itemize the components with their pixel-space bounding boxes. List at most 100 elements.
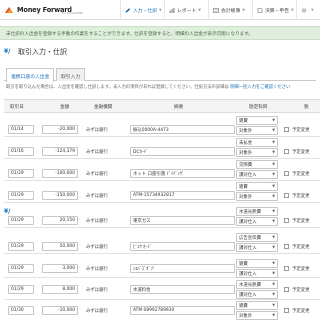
amount-field[interactable]: 3,000: [42, 264, 78, 273]
tax-select[interactable]: 課対仕入 ▼: [236, 217, 278, 226]
amount-field[interactable]: -20,000: [42, 125, 78, 134]
account-select[interactable]: 未払金 ▼: [236, 138, 278, 147]
instructions-text: 取引を取り込んだ場合は、入出金を確認し仕訳します。未入力の項目があれば登録してく…: [6, 84, 320, 90]
app-header: Money Forward for MAGAZINE 入力・仕訳 ▼ レポート …: [0, 0, 320, 20]
table-row: 01/16 -124,379 みずほ銀行 DCｶｰﾄﾞ 未払金 ▼ 対象外 ▼ 予定…: [4, 137, 320, 159]
instructions-prefix: 取引を取り込んだ場合は、入出金を確認し仕訳します。未入力の項目があれば登録してく…: [6, 85, 231, 90]
memo-field[interactable]: 東京ガス: [130, 216, 235, 225]
tax-select[interactable]: 課対仕入 ▼: [236, 290, 278, 299]
tax-select[interactable]: 課対仕入 ▼: [236, 243, 278, 252]
schedule-checkbox[interactable]: [284, 193, 289, 198]
tax-value: 課対仕入: [239, 220, 257, 225]
schedule-label: 予定変更: [292, 245, 310, 250]
bank-name: みずほ銀行: [86, 267, 108, 272]
tab-linked-account[interactable]: 連携口座の入出金: [6, 68, 55, 82]
account-select[interactable]: 雑費 ▼: [236, 116, 278, 125]
date-field[interactable]: 01/29: [8, 285, 34, 294]
tax-select[interactable]: 対象外 ▼: [236, 148, 278, 157]
nav-item-settings[interactable]: ▼: [296, 0, 320, 20]
yen-icon: ¥/: [4, 48, 11, 55]
date-field[interactable]: 01/14: [8, 125, 34, 134]
chevron-down-icon: ▼: [272, 235, 275, 239]
account-value: 水道光熱費: [239, 210, 261, 215]
schedule-label: 予定変更: [292, 194, 310, 199]
tax-select[interactable]: 対象外 ▼: [236, 311, 278, 320]
tax-value: 課対仕入: [239, 173, 257, 178]
chevron-down-icon: ▼: [272, 162, 275, 166]
memo-field[interactable]: ｼｴﾊﾞｽﾞﾀﾞﾌﾟ: [130, 264, 235, 273]
chevron-down-icon: ▼: [198, 8, 201, 12]
bank-name: みずほ銀行: [86, 194, 108, 199]
chevron-down-icon: ▼: [272, 118, 275, 122]
schedule-checkbox[interactable]: [284, 171, 289, 176]
date-field[interactable]: 01/29: [8, 169, 34, 178]
account-value: 雑費: [239, 185, 248, 190]
account-select[interactable]: 広告宣伝費 ▼: [236, 233, 278, 242]
schedule-checkbox[interactable]: [284, 308, 289, 313]
amount-field[interactable]: 50,000: [42, 242, 78, 251]
info-banner: 未仕訳の入出金を登録する手動の作業をすることができます。仕訳を登録すると、明細の…: [0, 26, 320, 40]
date-field[interactable]: 01/29: [8, 216, 34, 225]
account-value: 交際費: [239, 163, 253, 168]
memo-field[interactable]: ATM-15734932817: [130, 191, 235, 200]
memo-field[interactable]: ﾋﾞﾕｳ ｶｰﾄﾞ: [130, 242, 235, 251]
chevron-down-icon: ▼: [272, 282, 275, 286]
schedule-checkbox[interactable]: [284, 266, 289, 271]
account-select[interactable]: 雑費 ▼: [236, 182, 278, 191]
account-select[interactable]: 水道光熱費 ▼: [236, 207, 278, 216]
tax-select[interactable]: 対象外 ▼: [236, 126, 278, 135]
nav-item-report[interactable]: レポート ▼: [164, 0, 208, 20]
account-select[interactable]: 水道光熱費 ▼: [236, 280, 278, 289]
amount-field[interactable]: -150,000: [42, 191, 78, 200]
nav-label-entry: 入力・仕訳: [133, 8, 157, 14]
amount-field[interactable]: 20,150: [42, 216, 78, 225]
amount-field[interactable]: 8,000: [42, 285, 78, 294]
chevron-down-icon: ▼: [272, 292, 275, 296]
memo-field[interactable]: ネット 口座引落 ﾄﾞｲﾂﾞﾝｳﾞ: [130, 169, 235, 178]
bank-name: みずほ銀行: [86, 150, 108, 155]
ledger-icon: [213, 7, 219, 13]
date-field[interactable]: 01/16: [8, 147, 34, 156]
chevron-down-icon: ▼: [272, 219, 275, 223]
bank-name: みずほ銀行: [86, 309, 108, 314]
account-select[interactable]: 雑費 ▼: [236, 301, 278, 310]
account-value: 雑費: [239, 119, 248, 124]
schedule-label: 予定変更: [292, 150, 310, 155]
schedule-checkbox[interactable]: [284, 218, 289, 223]
memo-field[interactable]: 振込0000A-4473: [130, 125, 235, 134]
bank-name: みずほ銀行: [86, 128, 108, 133]
instructions-link[interactable]: 明細一括入力をご確認ください: [230, 85, 290, 90]
amount-field[interactable]: -124,379: [42, 147, 78, 156]
memo-field[interactable]: 水道料金: [130, 285, 235, 294]
schedule-checkbox[interactable]: [284, 149, 289, 154]
chevron-down-icon: ▼: [272, 172, 275, 176]
nav-item-closing[interactable]: 決算・申告 ▼: [252, 0, 296, 20]
chevron-down-icon: ▼: [272, 245, 275, 249]
table-row: 01/29 -150,000 みずほ銀行 ATM-15734932817 雑費 ▼…: [4, 181, 320, 203]
amount-field[interactable]: -10,000: [42, 306, 78, 315]
account-select[interactable]: 雑費 ▼: [236, 259, 278, 268]
tax-select[interactable]: 対象外 ▼: [236, 192, 278, 201]
date-field[interactable]: 01/29: [8, 264, 34, 273]
schedule-checkbox[interactable]: [284, 127, 289, 132]
memo-field[interactable]: ATM 08992789930: [130, 306, 235, 315]
money-forward-logo-icon: [5, 7, 13, 13]
amount-field[interactable]: -100,000: [42, 169, 78, 178]
date-field[interactable]: 01/30: [8, 306, 34, 315]
tax-select[interactable]: 課対仕入 ▼: [236, 269, 278, 278]
tab-manual-entry[interactable]: 取引入力: [56, 68, 86, 81]
nav-item-entry[interactable]: 入力・仕訳 ▼: [120, 0, 164, 20]
memo-field[interactable]: DCｶｰﾄﾞ: [130, 147, 235, 156]
tax-select[interactable]: 課対仕入 ▼: [236, 170, 278, 179]
account-select[interactable]: 交際費 ▼: [236, 160, 278, 169]
nav-item-ledger[interactable]: 会計帳簿 ▼: [208, 0, 252, 20]
schedule-checkbox[interactable]: [284, 244, 289, 249]
tax-value: 対象外: [239, 129, 253, 134]
date-field[interactable]: 01/29: [8, 191, 34, 200]
schedule-label: 予定変更: [292, 288, 310, 293]
schedule-label: 予定変更: [292, 128, 310, 133]
schedule-checkbox[interactable]: [284, 287, 289, 292]
pencil-icon: [125, 7, 131, 12]
date-field[interactable]: 01/29: [8, 242, 34, 251]
nav-label-closing: 決算・申告: [265, 8, 289, 14]
